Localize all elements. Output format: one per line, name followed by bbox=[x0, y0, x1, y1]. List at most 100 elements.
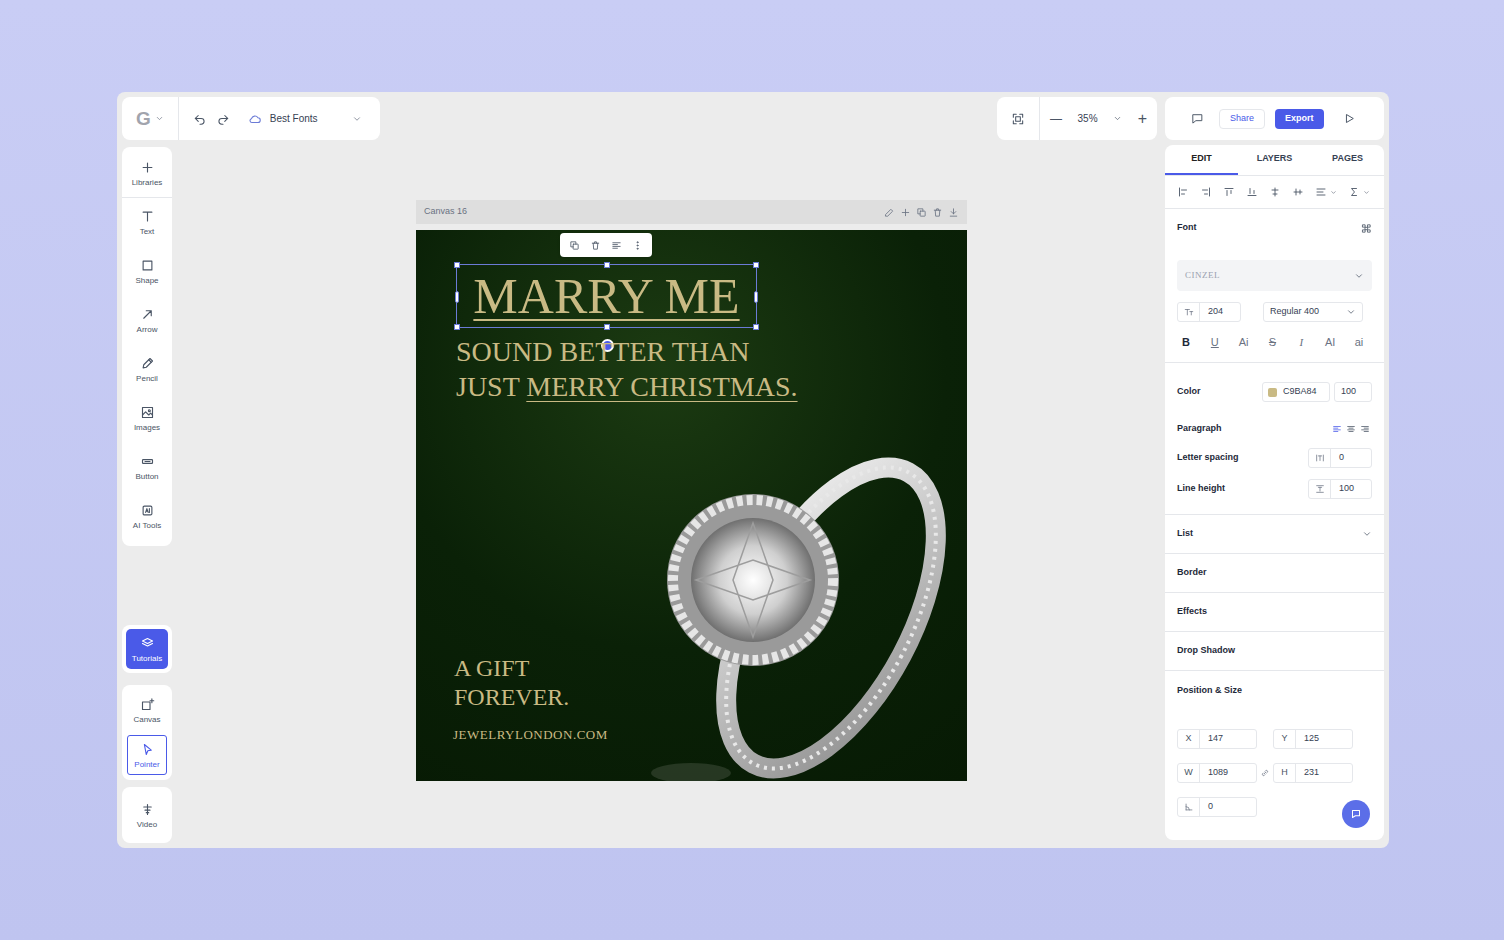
field-value[interactable]: 0 bbox=[1339, 452, 1344, 462]
zoom-level[interactable]: 35% bbox=[1078, 111, 1098, 126]
tutorials-button[interactable]: Tutorials bbox=[126, 629, 168, 669]
align-text-icon[interactable] bbox=[611, 240, 622, 251]
font-family-select[interactable]: CINZEL bbox=[1177, 260, 1372, 291]
align-left-icon[interactable] bbox=[1177, 186, 1189, 198]
resize-handle[interactable] bbox=[454, 262, 460, 268]
tool-item[interactable]: Libraries bbox=[122, 149, 172, 198]
chevron-down-icon[interactable] bbox=[1113, 114, 1122, 123]
panel-section[interactable]: Drop Shadow bbox=[1165, 632, 1384, 671]
project-name[interactable]: Best Fonts bbox=[230, 111, 318, 126]
text-style-button[interactable]: S bbox=[1263, 334, 1281, 351]
subhead[interactable]: SOUND BETTER THANJUST MERRY CHRISTMAS. bbox=[456, 334, 798, 404]
resize-handle[interactable] bbox=[753, 324, 759, 330]
chat-button[interactable] bbox=[1342, 800, 1370, 828]
field-value[interactable]: 147 bbox=[1208, 733, 1223, 743]
tool-item[interactable]: Images bbox=[122, 394, 172, 443]
project-title[interactable]: Best Fonts bbox=[270, 111, 318, 126]
tool-item[interactable]: Arrow bbox=[122, 296, 172, 345]
play-icon[interactable] bbox=[1343, 112, 1356, 125]
tool-item[interactable]: Button bbox=[122, 443, 172, 492]
trash-icon[interactable] bbox=[932, 207, 943, 218]
mode-tool[interactable]: Pointer bbox=[127, 735, 167, 775]
mode-tool[interactable]: Canvas bbox=[127, 690, 167, 730]
headline-box[interactable]: MARRY ME bbox=[456, 264, 757, 328]
sum-icon[interactable] bbox=[1348, 186, 1360, 198]
logo[interactable]: G bbox=[136, 109, 151, 128]
tool-item[interactable]: Pencil bbox=[122, 345, 172, 394]
link-icon[interactable] bbox=[1260, 768, 1270, 778]
panel-section[interactable]: Border bbox=[1165, 554, 1384, 593]
position-field[interactable]: H231 bbox=[1273, 763, 1353, 783]
position-field[interactable]: W1089 bbox=[1177, 763, 1257, 783]
text-style-button[interactable]: B bbox=[1177, 334, 1195, 351]
redo-icon[interactable] bbox=[216, 112, 230, 126]
panel-section[interactable]: Effects bbox=[1165, 593, 1384, 632]
paragraph-align-button[interactable] bbox=[1332, 424, 1342, 434]
align-bottom-icon[interactable] bbox=[1246, 186, 1258, 198]
undo-icon[interactable] bbox=[193, 112, 207, 126]
resize-handle[interactable] bbox=[604, 262, 610, 268]
side-handle[interactable] bbox=[455, 291, 459, 303]
align-right-icon[interactable] bbox=[1200, 186, 1212, 198]
video-card[interactable]: Video bbox=[122, 787, 172, 843]
number-field[interactable]: 0 bbox=[1177, 797, 1257, 817]
resize-handle[interactable] bbox=[454, 324, 460, 330]
position-field[interactable]: X147 bbox=[1177, 729, 1257, 749]
tagline[interactable]: A GIFTFOREVER. bbox=[454, 654, 569, 712]
artboard[interactable]: MARRY MESOUND BETTER THANJUST MERRY CHRI… bbox=[416, 230, 967, 781]
resize-handle[interactable] bbox=[604, 324, 610, 330]
side-handle[interactable] bbox=[754, 291, 758, 303]
number-field[interactable]: 100 bbox=[1308, 479, 1372, 499]
duplicate-icon[interactable] bbox=[569, 240, 580, 251]
website-text[interactable]: JEWELRYLONDON.COM bbox=[453, 727, 608, 742]
comment-icon[interactable] bbox=[1191, 112, 1204, 125]
fit-screen-icon[interactable] bbox=[1011, 112, 1025, 126]
logo-menu[interactable]: G bbox=[122, 97, 179, 140]
text-style-button[interactable]: I bbox=[1292, 334, 1310, 351]
number-field[interactable]: 204 bbox=[1177, 302, 1241, 322]
zoom-in-button[interactable]: + bbox=[1138, 111, 1147, 127]
edit-icon[interactable] bbox=[884, 207, 895, 218]
font-weight-select[interactable]: Regular 400 bbox=[1263, 302, 1363, 322]
text-style-button[interactable]: U bbox=[1206, 334, 1224, 351]
position-field[interactable]: Y125 bbox=[1273, 729, 1353, 749]
panel-tab[interactable]: PAGES bbox=[1311, 145, 1384, 175]
delete-icon[interactable] bbox=[590, 240, 601, 251]
align-top-icon[interactable] bbox=[1223, 186, 1235, 198]
zoom-out-button[interactable]: — bbox=[1050, 110, 1062, 128]
color-hex[interactable]: C9BA84 bbox=[1283, 385, 1317, 399]
export-button[interactable]: Export bbox=[1275, 109, 1324, 129]
text-style-button[interactable]: ai bbox=[1350, 334, 1368, 351]
panel-tab[interactable]: EDIT bbox=[1165, 145, 1238, 175]
share-button[interactable]: Share bbox=[1219, 109, 1265, 129]
download-icon[interactable] bbox=[948, 207, 959, 218]
text-style-button[interactable]: AI bbox=[1321, 334, 1339, 351]
field-value[interactable]: 125 bbox=[1304, 733, 1319, 743]
number-field[interactable]: 0 bbox=[1308, 448, 1372, 468]
text-style-button[interactable]: Ai bbox=[1235, 334, 1253, 351]
panel-section[interactable]: List bbox=[1165, 515, 1384, 554]
paragraph-align-button[interactable] bbox=[1360, 424, 1370, 434]
distribute-icon[interactable] bbox=[1315, 186, 1327, 198]
tool-item[interactable]: Text bbox=[122, 198, 172, 247]
panel-tab[interactable]: LAYERS bbox=[1238, 145, 1311, 175]
paragraph-align-button[interactable] bbox=[1346, 424, 1356, 434]
color-field[interactable]: C9BA84 bbox=[1262, 382, 1330, 402]
resize-handle[interactable] bbox=[753, 262, 759, 268]
tool-item[interactable]: Shape bbox=[122, 247, 172, 296]
add-icon[interactable] bbox=[900, 207, 911, 218]
more-icon[interactable] bbox=[632, 240, 643, 251]
align-center-v-icon[interactable] bbox=[1292, 186, 1304, 198]
field-value[interactable]: 231 bbox=[1304, 767, 1319, 777]
chevron-down-icon[interactable] bbox=[352, 114, 362, 124]
align-center-h-icon[interactable] bbox=[1269, 186, 1281, 198]
opacity-field[interactable]: 100 bbox=[1334, 382, 1372, 402]
field-value[interactable]: 100 bbox=[1339, 483, 1354, 493]
copy-icon[interactable] bbox=[916, 207, 927, 218]
tool-item[interactable]: AI Tools bbox=[122, 492, 172, 541]
field-value[interactable]: 0 bbox=[1208, 801, 1213, 811]
color-swatch[interactable] bbox=[1268, 388, 1277, 397]
opacity-value[interactable]: 100 bbox=[1341, 385, 1356, 399]
grid-icon[interactable] bbox=[1361, 223, 1372, 234]
field-value[interactable]: 1089 bbox=[1208, 767, 1228, 777]
